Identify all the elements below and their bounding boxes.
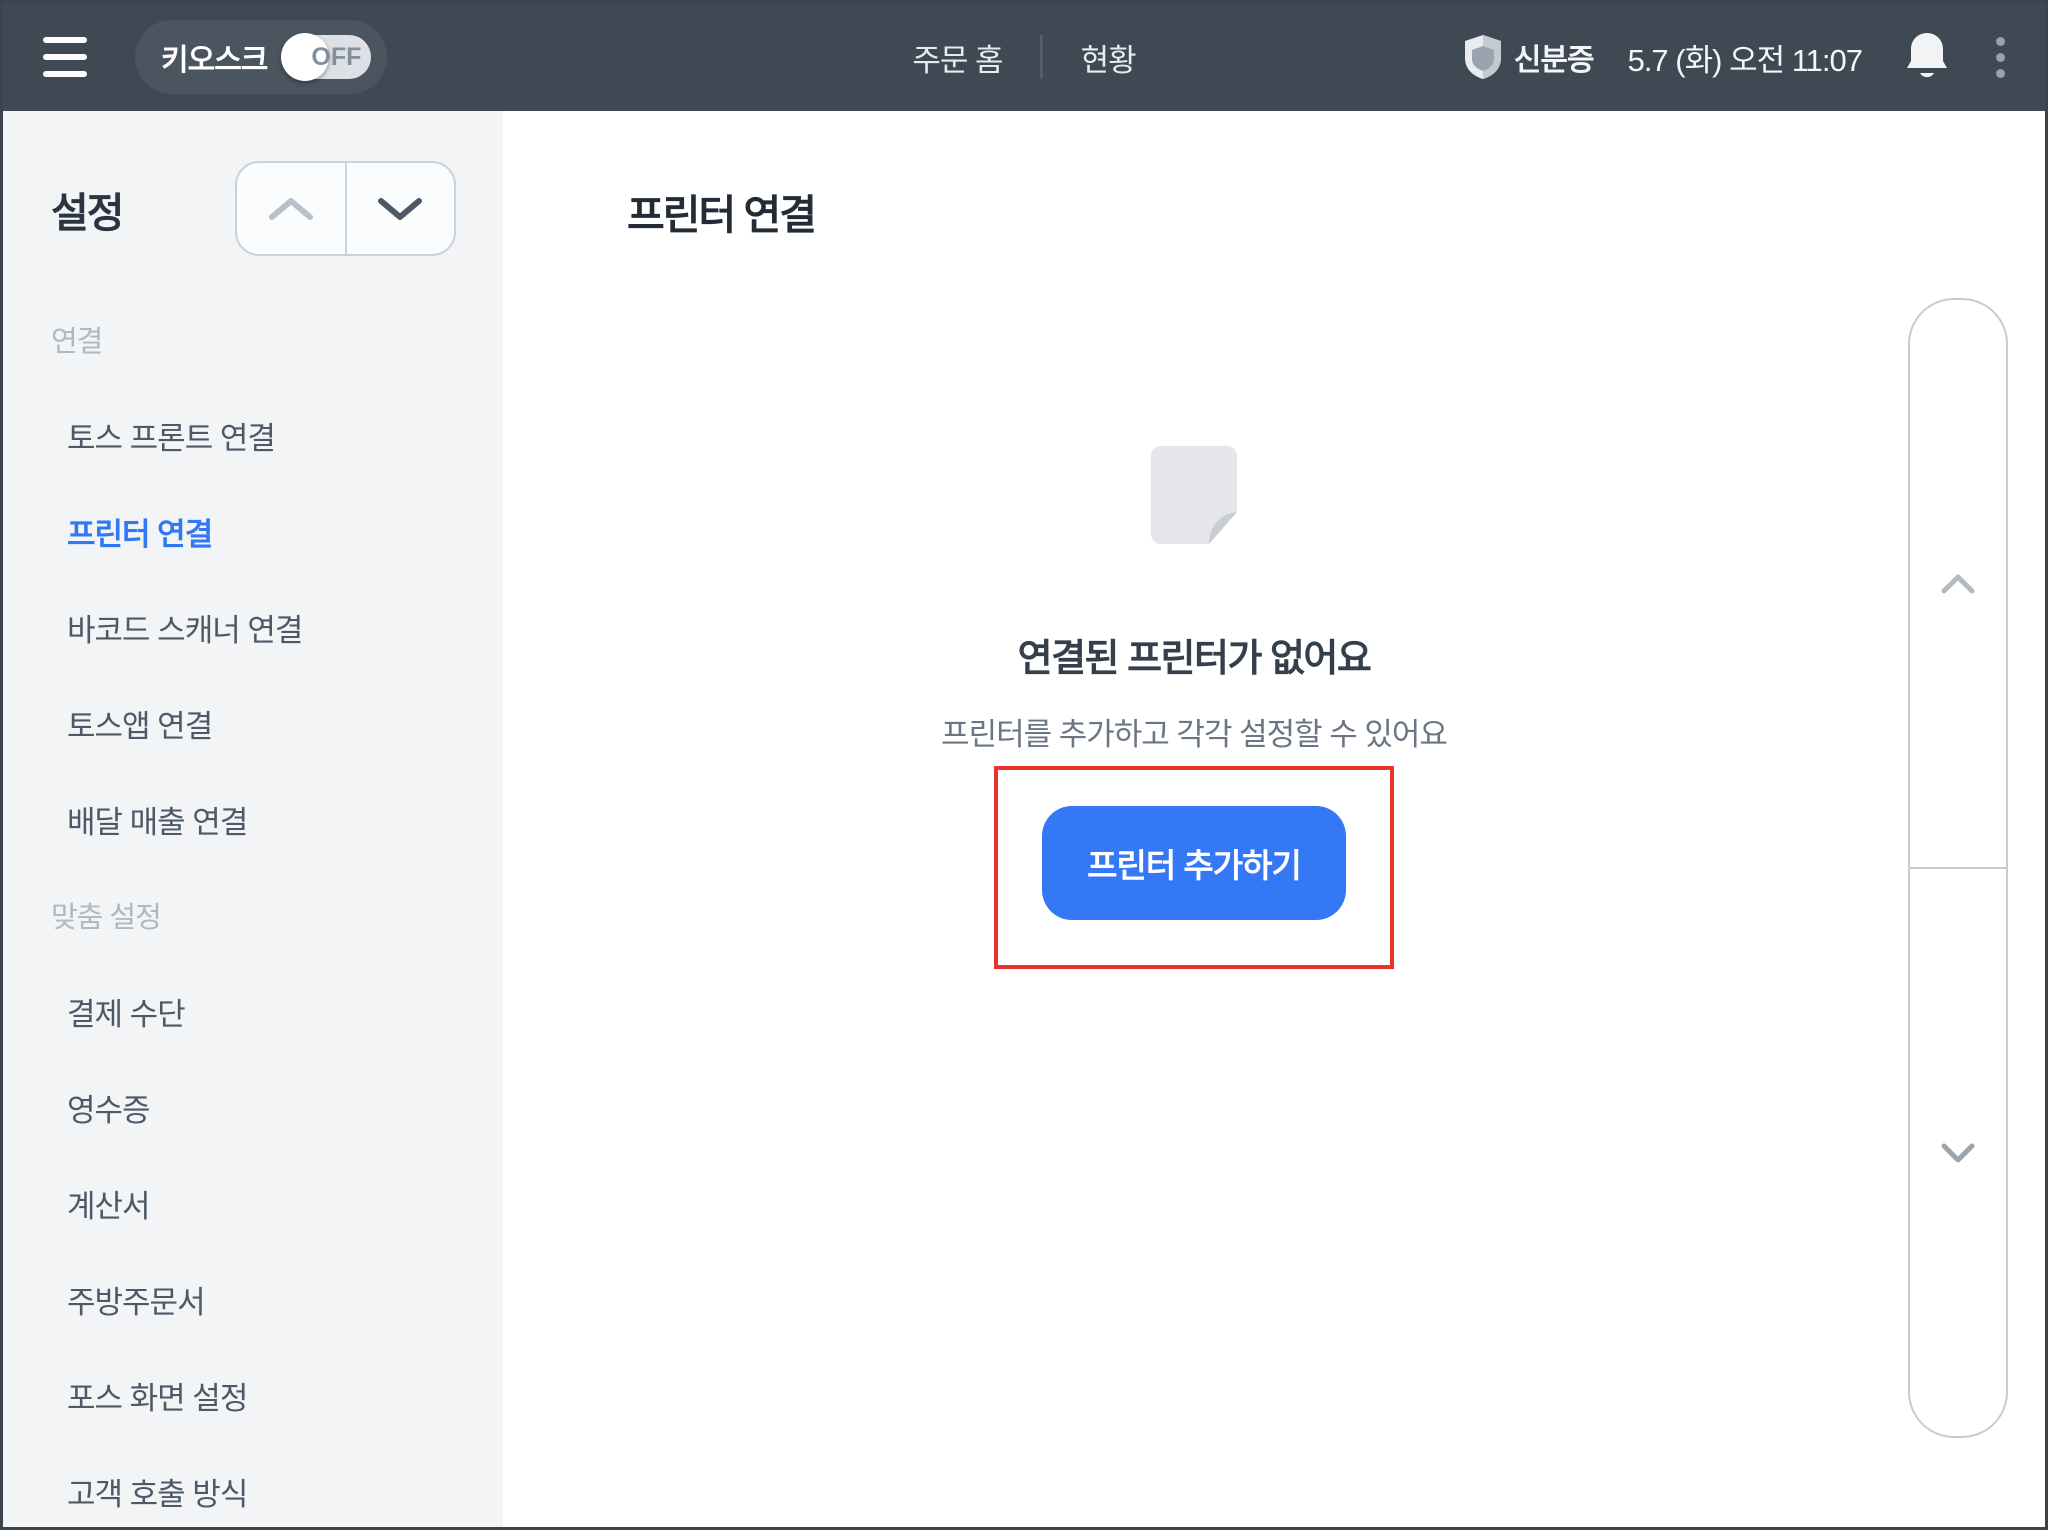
page-scroll-control (1908, 298, 2008, 1438)
topbar-right-group: 신분증 5.7 (화) 오전 11:07 (1464, 3, 2017, 111)
chevron-up-icon (1941, 574, 1975, 593)
sidebar-header: 설정 (51, 161, 456, 256)
sidebar-item-printer[interactable]: 프린터 연결 (3, 483, 503, 579)
sidebar-pager (235, 161, 456, 256)
more-menu-icon[interactable] (1990, 31, 2011, 84)
scroll-down-button[interactable] (1910, 869, 2006, 1436)
chevron-down-icon (1941, 1143, 1975, 1162)
kiosk-toggle-group: 키오스크 OFF (135, 20, 388, 94)
main-content: 프린터 연결 연결된 프린터가 없어요 프린터를 추가하고 각각 설정할 수 있… (503, 111, 2045, 1527)
sidebar-item-toss-app[interactable]: 토스앱 연결 (3, 675, 503, 771)
scroll-up-button[interactable] (1910, 300, 2006, 869)
kiosk-label: 키오스크 (161, 44, 268, 77)
sidebar-section-connection: 연결 (51, 326, 103, 358)
sidebar-item-customer-call[interactable]: 고객 호출 방식 (3, 1443, 503, 1539)
toggle-state-label: OFF (311, 42, 362, 71)
top-bar: 키오스크 OFF 주문 홈 현황 신분증 5.7 (화) 오전 11:07 (3, 3, 2045, 111)
kiosk-toggle[interactable]: OFF (281, 33, 372, 81)
top-navigation: 주문 홈 현황 (912, 3, 1137, 111)
nav-status[interactable]: 현황 (1081, 35, 1137, 80)
id-card-menu[interactable]: 신분증 (1464, 34, 1595, 80)
nav-order-home[interactable]: 주문 홈 (912, 35, 1003, 80)
sidebar-item-invoice[interactable]: 계산서 (3, 1155, 503, 1251)
sidebar-item-toss-front[interactable]: 토스 프론트 연결 (3, 387, 503, 483)
chevron-up-icon (268, 197, 313, 220)
notification-bell-icon[interactable] (1906, 31, 1948, 83)
empty-state-heading: 연결된 프린터가 없어요 (1017, 638, 1372, 680)
sidebar-item-payment-methods[interactable]: 결제 수단 (3, 963, 503, 1059)
empty-state: 연결된 프린터가 없어요 프린터를 추가하고 각각 설정할 수 있어요 프린터 … (503, 111, 1885, 1527)
sidebar-item-barcode-scanner[interactable]: 바코드 스캐너 연결 (3, 579, 503, 675)
datetime-display: 5.7 (화) 오전 11:07 (1627, 42, 1863, 78)
add-printer-button[interactable]: 프린터 추가하기 (1042, 806, 1346, 920)
empty-state-subtitle: 프린터를 추가하고 각각 설정할 수 있어요 (941, 717, 1448, 752)
sidebar-section-custom-settings: 맞춤 설정 (51, 902, 162, 934)
settings-sidebar: 설정 연결 토스 프론트 연결 프린터 연결 바코드 스캐너 연결 토스앱 연결… (3, 111, 503, 1527)
sidebar-item-receipt[interactable]: 영수증 (3, 1059, 503, 1155)
empty-document-icon (503, 446, 1885, 544)
annotation-highlight-box: 프린터 추가하기 (994, 766, 1394, 969)
sidebar-item-kitchen-order[interactable]: 주방주문서 (3, 1251, 503, 1347)
id-card-label: 신분증 (1513, 44, 1595, 77)
sidebar-item-pos-screen[interactable]: 포스 화면 설정 (3, 1347, 503, 1443)
sidebar-title: 설정 (51, 189, 124, 236)
chevron-down-icon (378, 197, 423, 220)
sidebar-item-delivery-sales[interactable]: 배달 매출 연결 (3, 771, 503, 867)
sidebar-menu: 연결 토스 프론트 연결 프린터 연결 바코드 스캐너 연결 토스앱 연결 배달… (3, 291, 503, 1539)
nav-divider (1040, 35, 1043, 79)
sidebar-scroll-up-button[interactable] (237, 163, 347, 254)
sidebar-scroll-down-button[interactable] (347, 163, 455, 254)
hamburger-menu-icon[interactable] (43, 37, 87, 77)
id-shield-icon (1464, 35, 1501, 79)
